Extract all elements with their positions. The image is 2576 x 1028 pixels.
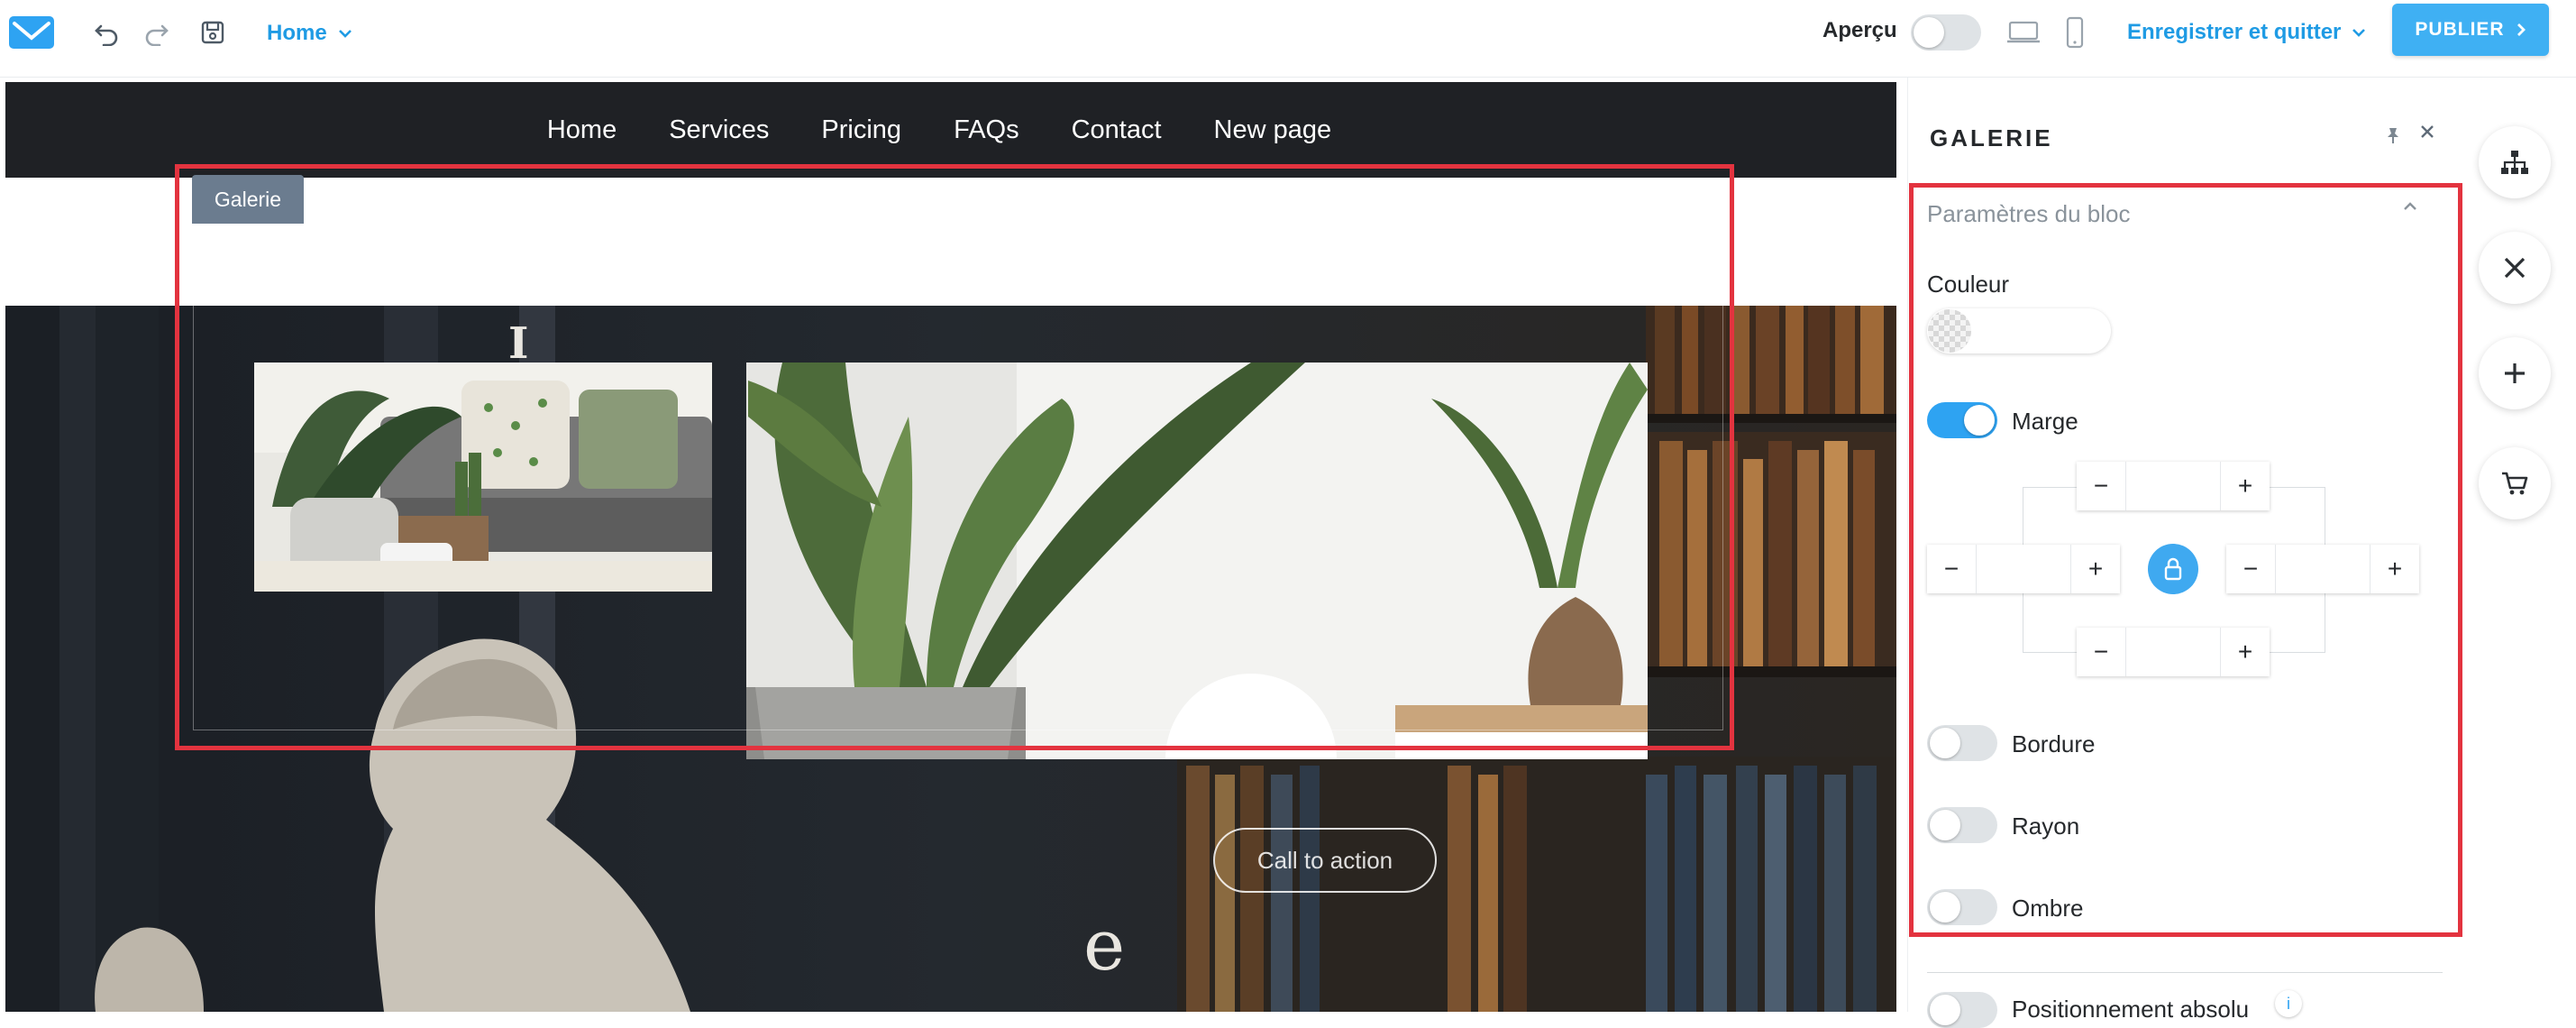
margin-bottom-input[interactable] xyxy=(2125,628,2221,676)
margin-toggle[interactable] xyxy=(1927,402,1997,438)
toggle-knob xyxy=(1930,892,1960,922)
nav-item-home[interactable]: Home xyxy=(547,115,617,145)
panel-title: GALERIE xyxy=(1930,124,2053,151)
chevron-right-icon xyxy=(2517,23,2526,36)
close-icon xyxy=(2504,257,2526,279)
page-selector[interactable]: Home xyxy=(267,20,352,47)
save-and-quit-button[interactable]: Enregistrer et quitter xyxy=(2127,20,2366,45)
toggle-knob xyxy=(1930,728,1960,758)
toggle-knob xyxy=(1964,405,1995,436)
toggle-knob xyxy=(1930,810,1960,840)
top-toolbar: Home Aperçu Enregistrer et quitter PUBLI… xyxy=(0,0,2576,78)
block-settings-title[interactable]: Paramètres du bloc xyxy=(1927,200,2130,228)
absolute-position-toggle[interactable] xyxy=(1927,992,1997,1028)
margin-bottom-stepper[interactable]: − + xyxy=(2077,628,2270,676)
radius-label: Rayon xyxy=(2012,812,2080,840)
publish-label: PUBLIER xyxy=(2415,19,2505,40)
section-divider xyxy=(1927,972,2443,973)
toggle-knob xyxy=(1930,995,1960,1025)
nav-item-faqs[interactable]: FAQs xyxy=(954,115,1019,145)
increment-button[interactable]: + xyxy=(2221,462,2270,510)
hero-decorative-letter: e xyxy=(1083,905,1126,987)
shadow-label: Ombre xyxy=(2012,895,2084,922)
save-icon[interactable] xyxy=(196,16,229,49)
mobile-view-icon[interactable] xyxy=(2059,16,2091,49)
margin-left-input[interactable] xyxy=(1976,545,2071,593)
add-element-button[interactable] xyxy=(2479,337,2551,409)
margin-label: Marge xyxy=(2012,408,2078,435)
toggle-knob xyxy=(1914,17,1944,48)
decrement-button[interactable]: − xyxy=(2077,628,2125,676)
undo-icon[interactable] xyxy=(90,16,123,49)
close-editor-button[interactable] xyxy=(2479,232,2551,304)
border-toggle[interactable] xyxy=(1927,725,1997,761)
logo-icon[interactable] xyxy=(7,14,56,50)
nav-item-services[interactable]: Services xyxy=(669,115,769,145)
chevron-down-icon xyxy=(338,30,352,38)
margin-right-input[interactable] xyxy=(2275,545,2370,593)
nav-item-pricing[interactable]: Pricing xyxy=(821,115,901,145)
absolute-position-label: Positionnement absolu xyxy=(2012,996,2250,1023)
margin-left-stepper[interactable]: − + xyxy=(1927,545,2120,593)
chevron-up-icon[interactable] xyxy=(2401,200,2419,213)
info-icon[interactable]: i xyxy=(2275,990,2302,1017)
page-selector-label: Home xyxy=(267,21,327,45)
radius-toggle[interactable] xyxy=(1927,807,1997,843)
transparent-color-swatch[interactable] xyxy=(1928,309,1971,353)
border-label: Bordure xyxy=(2012,730,2096,757)
nav-item-contact[interactable]: Contact xyxy=(1072,115,1162,145)
preview-toggle[interactable] xyxy=(1911,14,1981,50)
margin-top-stepper[interactable]: − + xyxy=(2077,462,2270,510)
plus-icon xyxy=(2505,363,2525,383)
gallery-tag-label: Galerie xyxy=(214,187,282,211)
margin-top-input[interactable] xyxy=(2125,462,2221,510)
gallery-selection-frame[interactable] xyxy=(175,164,1734,750)
increment-button[interactable]: + xyxy=(2370,545,2419,593)
sitemap-icon xyxy=(2501,151,2528,174)
decrement-button[interactable]: − xyxy=(2077,462,2125,510)
pin-icon[interactable] xyxy=(2384,126,2402,144)
decrement-button[interactable]: − xyxy=(2226,545,2275,593)
lock-icon[interactable] xyxy=(2148,544,2198,594)
decrement-button[interactable]: − xyxy=(1927,545,1976,593)
color-label: Couleur xyxy=(1927,271,2010,298)
cta-label: Call to action xyxy=(1256,846,1393,874)
shadow-toggle[interactable] xyxy=(1927,889,1997,925)
preview-label: Aperçu xyxy=(1822,18,1897,42)
chevron-down-icon xyxy=(2352,29,2366,37)
shop-button[interactable] xyxy=(2479,447,2551,519)
redo-icon[interactable] xyxy=(141,16,173,49)
nav-item-new-page[interactable]: New page xyxy=(1214,115,1332,145)
desktop-view-icon[interactable] xyxy=(2005,16,2042,49)
gallery-block-tag[interactable]: Galerie xyxy=(192,175,304,224)
close-icon[interactable] xyxy=(2418,123,2436,141)
save-and-quit-label: Enregistrer et quitter xyxy=(2127,20,2342,44)
call-to-action-button[interactable]: Call to action xyxy=(1213,828,1437,893)
increment-button[interactable]: + xyxy=(2221,628,2270,676)
cart-icon xyxy=(2502,472,2528,495)
publish-button[interactable]: PUBLIER xyxy=(2392,4,2549,56)
margin-right-stepper[interactable]: − + xyxy=(2226,545,2419,593)
site-structure-button[interactable] xyxy=(2479,126,2551,198)
increment-button[interactable]: + xyxy=(2071,545,2120,593)
